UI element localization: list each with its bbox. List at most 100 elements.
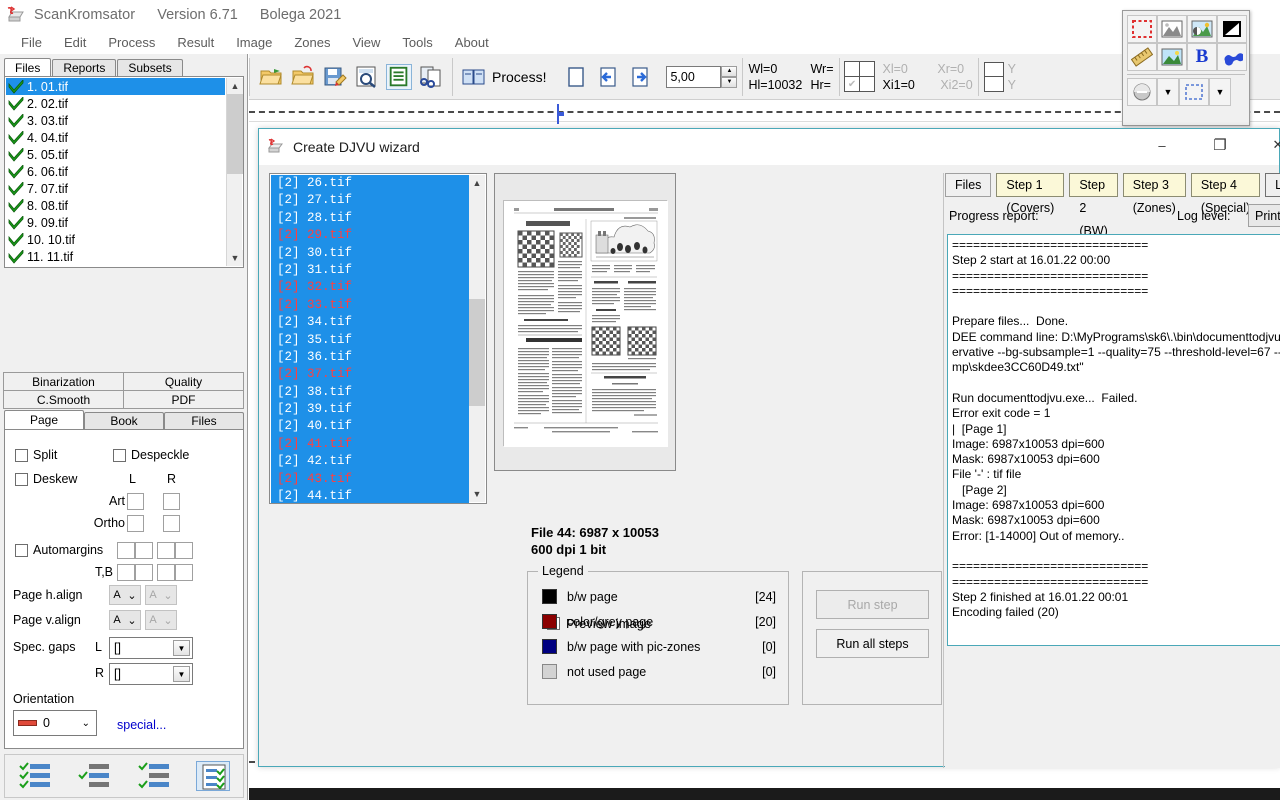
list-item[interactable]: 5. 05.tif xyxy=(6,146,225,163)
contrast-icon[interactable] xyxy=(1217,15,1247,43)
list-item[interactable]: 3. 03.tif xyxy=(6,112,225,129)
tab-files-wizard[interactable]: Files xyxy=(945,173,992,197)
list-item[interactable]: 10. 10.tif xyxy=(6,231,225,248)
list-all-checked-icon[interactable] xyxy=(18,761,52,791)
process-button[interactable]: Process! xyxy=(492,69,546,85)
list-item[interactable]: [2] 29.tif xyxy=(271,227,469,245)
special-link[interactable]: special... xyxy=(117,718,166,732)
dropdown-caret-icon[interactable]: ▼ xyxy=(1157,78,1179,106)
ruler-marker-top[interactable] xyxy=(554,104,566,124)
list-item[interactable]: [2] 28.tif xyxy=(271,209,469,228)
list-item[interactable]: [2] 33.tif xyxy=(271,296,469,315)
dashed-selection-icon[interactable] xyxy=(1127,15,1157,43)
pdf-button[interactable]: PDF xyxy=(123,390,244,409)
menu-process[interactable]: Process xyxy=(97,33,166,52)
file-list-scrollbar[interactable]: ▲ ▼ xyxy=(226,78,243,266)
dashed-rect-icon[interactable] xyxy=(1179,78,1209,106)
list-item[interactable]: [2] 44.tif xyxy=(271,488,469,503)
scissors-pages-icon[interactable] xyxy=(418,64,444,90)
minimize-button[interactable]: – xyxy=(1139,129,1185,161)
list-checklist-active-icon[interactable] xyxy=(196,761,231,791)
list-item[interactable]: 9. 09.tif xyxy=(6,214,225,231)
page-valign-select-2[interactable]: A ⌄ xyxy=(145,610,177,630)
list-item[interactable]: [2] 34.tif xyxy=(271,314,469,332)
ortho-l-field[interactable] xyxy=(127,515,144,532)
deskew-checkbox[interactable] xyxy=(15,472,28,486)
tb-f3[interactable] xyxy=(157,564,175,581)
scrollbar-thumb[interactable] xyxy=(469,299,485,406)
chevron-down-icon[interactable]: ▼ xyxy=(173,640,190,656)
tab-step-3-zones[interactable]: Step 3 (Zones) xyxy=(1122,173,1186,215)
scroll-up-icon[interactable]: ▲ xyxy=(469,175,485,191)
run-all-steps-button[interactable]: Run all steps xyxy=(816,629,929,658)
art-r-field[interactable] xyxy=(163,493,180,510)
scale-input[interactable]: 5,00 xyxy=(666,65,722,88)
tab-page[interactable]: Page xyxy=(4,410,84,430)
list-item[interactable]: [2] 31.tif xyxy=(271,261,469,280)
dropdown-caret-2-icon[interactable]: ▼ xyxy=(1209,78,1231,106)
menu-about[interactable]: About xyxy=(444,33,500,52)
automargins-f2[interactable] xyxy=(135,542,153,559)
list-item[interactable]: [2] 37.tif xyxy=(271,366,469,384)
menu-image[interactable]: Image xyxy=(225,33,283,52)
chevron-down-icon[interactable]: ▼ xyxy=(173,666,190,682)
tb-f4[interactable] xyxy=(175,564,193,581)
wizard-page-listbox[interactable]: [2] 26.tif [2] 27.tif [2] 28.tif [2] 29.… xyxy=(269,173,487,504)
picture-icon[interactable] xyxy=(1157,43,1187,71)
menu-edit[interactable]: Edit xyxy=(53,33,97,52)
tab-step-4-special[interactable]: Step 4 (Special) xyxy=(1190,173,1261,215)
create-djvu-wizard-dialog[interactable]: Create DJVU wizard – ❐ ✕ [2] 26.tif [2] … xyxy=(258,128,1280,768)
image-color-icon[interactable] xyxy=(1187,15,1217,43)
preview-box[interactable] xyxy=(494,173,676,471)
tab-files[interactable]: Files xyxy=(4,58,52,77)
menu-file[interactable]: File xyxy=(10,33,53,52)
list-item[interactable]: [2] 43.tif xyxy=(271,470,469,489)
tab-subsets[interactable]: Subsets xyxy=(117,59,183,77)
menu-tools[interactable]: Tools xyxy=(391,33,443,52)
bold-b-icon[interactable]: B xyxy=(1187,43,1217,71)
chevron-down-icon[interactable]: ⌄ xyxy=(82,718,90,729)
page-valign-select[interactable]: A ⌄ xyxy=(109,610,141,630)
wizard-list-scrollbar[interactable]: ▲ ▼ xyxy=(469,175,485,502)
page-left-icon[interactable] xyxy=(595,64,621,90)
menu-result[interactable]: Result xyxy=(166,33,225,52)
ortho-r-field[interactable] xyxy=(163,515,180,532)
tab-step-1-covers[interactable]: Step 1 (Covers) xyxy=(996,173,1065,215)
tab-step-2-bw[interactable]: Step 2 (BW) xyxy=(1069,173,1118,238)
menu-zones[interactable]: Zones xyxy=(283,33,341,52)
open-folder-alt-icon[interactable] xyxy=(290,64,316,90)
quality-button[interactable]: Quality xyxy=(123,372,244,391)
blank-page-icon[interactable] xyxy=(563,64,589,90)
list-item[interactable]: [2] 32.tif xyxy=(271,279,469,297)
close-button[interactable]: ✕ xyxy=(1255,129,1280,161)
tab-log[interactable]: Log xyxy=(1265,173,1280,197)
tab-book[interactable]: Book xyxy=(84,412,164,430)
list-item[interactable]: 1. 01.tif xyxy=(6,78,225,95)
ruler-icon[interactable] xyxy=(1127,43,1157,71)
list-one-checked-icon[interactable] xyxy=(77,761,111,791)
scroll-down-icon[interactable]: ▼ xyxy=(469,486,485,502)
split-checkbox[interactable] xyxy=(15,448,28,462)
orientation-select[interactable]: 0 ⌄ xyxy=(13,710,97,736)
stepper-down-icon[interactable]: ▼ xyxy=(721,76,738,88)
spec-gaps-l-select[interactable]: [] ▼ xyxy=(109,637,193,659)
list-item[interactable]: [2] 30.tif xyxy=(271,244,469,262)
automargins-f3[interactable] xyxy=(157,542,175,559)
list-item[interactable]: 8. 08.tif xyxy=(6,197,225,214)
run-step-button[interactable]: Run step xyxy=(816,590,929,619)
page-halign-select[interactable]: A ⌄ xyxy=(109,585,141,605)
list-item[interactable]: 6. 06.tif xyxy=(6,163,225,180)
link-chain-icon[interactable] xyxy=(1217,43,1247,71)
art-l-field[interactable] xyxy=(127,493,144,510)
list-item[interactable]: 7. 07.tif xyxy=(6,180,225,197)
automargins-checkbox[interactable] xyxy=(15,543,28,557)
list-item[interactable]: [2] 42.tif xyxy=(271,453,469,471)
list-item[interactable]: [2] 27.tif xyxy=(271,192,469,210)
list-item[interactable]: [2] 40.tif xyxy=(271,418,469,436)
list-item[interactable]: [2] 35.tif xyxy=(271,331,469,349)
list-item[interactable]: 11. 11.tif xyxy=(6,248,225,265)
despeckle-checkbox[interactable] xyxy=(113,448,126,462)
tb-f2[interactable] xyxy=(135,564,153,581)
binarization-button[interactable]: Binarization xyxy=(3,372,124,391)
tab-files-2[interactable]: Files xyxy=(164,412,244,430)
